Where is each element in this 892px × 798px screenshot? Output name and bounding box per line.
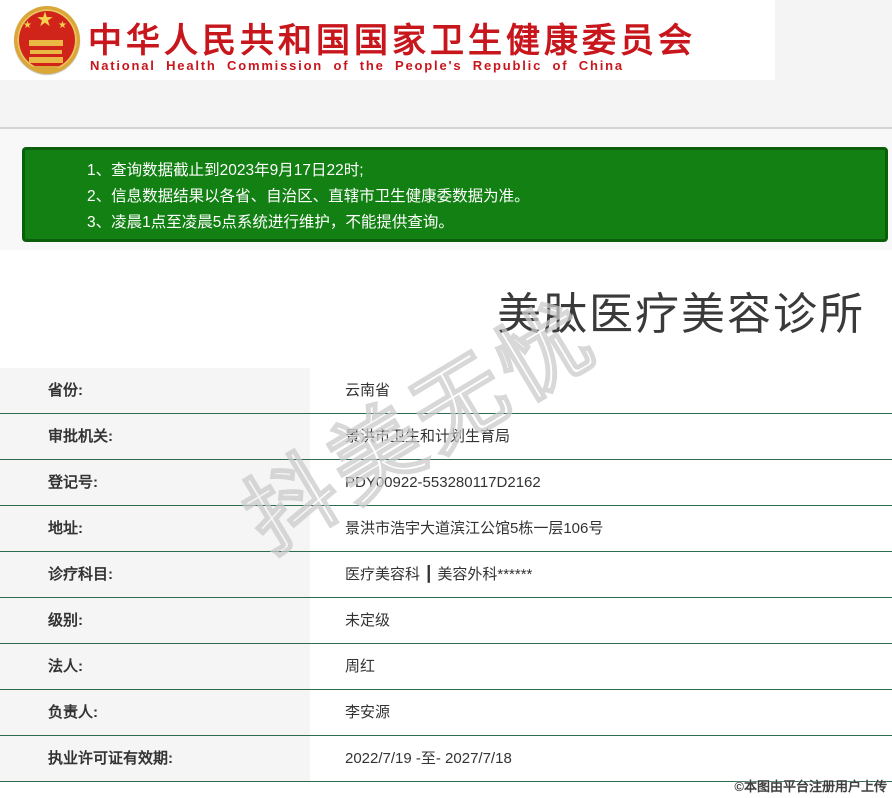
field-label: 法人:	[0, 644, 310, 689]
table-row: 负责人: 李安源	[0, 690, 892, 736]
field-label: 执业许可证有效期:	[0, 736, 310, 781]
emblem-small-star-icon: ★	[23, 20, 32, 31]
field-value: 景洪市浩宇大道滨江公馆5栋一层106号	[310, 506, 892, 551]
field-label: 登记号:	[0, 460, 310, 505]
clinic-detail-table: 省份: 云南省 审批机关: 景洪市卫生和计划生育局 登记号: PDY00922-…	[0, 368, 892, 782]
table-row: 登记号: PDY00922-553280117D2162	[0, 460, 892, 506]
emblem-star-icon: ★	[36, 10, 54, 30]
field-value: 李安源	[310, 690, 892, 735]
table-row: 法人: 周红	[0, 644, 892, 690]
prc-national-emblem-icon: ★ ★ ★	[12, 4, 82, 78]
emblem-small-star-icon: ★	[58, 20, 67, 31]
field-value: 未定级	[310, 598, 892, 643]
field-value: 2022/7/19 -至- 2027/7/18	[310, 736, 892, 781]
field-label: 省份:	[0, 368, 310, 413]
field-value: 医疗美容科 ┃ 美容外科******	[310, 552, 892, 597]
emblem-base	[34, 66, 58, 73]
table-row: 省份: 云南省	[0, 368, 892, 414]
site-title-english: National Health Commission of the People…	[90, 58, 624, 73]
notice-line: 2、信息数据结果以各省、自治区、直辖市卫生健康委数据为准。	[87, 184, 885, 210]
notice-content: 1、查询数据截止到2023年9月17日22时; 2、信息数据结果以各省、自治区、…	[25, 150, 885, 236]
image-copyright-mark: ©本图由平台注册用户上传	[734, 776, 887, 795]
table-row: 地址: 景洪市浩宇大道滨江公馆5栋一层106号	[0, 506, 892, 552]
field-value: PDY00922-553280117D2162	[310, 460, 892, 505]
table-row: 审批机关: 景洪市卫生和计划生育局	[0, 414, 892, 460]
field-label: 级别:	[0, 598, 310, 643]
header-divider-line	[0, 127, 892, 129]
notice-line: 1、查询数据截止到2023年9月17日22时;	[87, 158, 885, 184]
field-value: 景洪市卫生和计划生育局	[310, 414, 892, 459]
clinic-name-title: 美肽医疗美容诊所	[497, 278, 865, 342]
site-header: ★ ★ ★ 中华人民共和国国家卫生健康委员会 National Health C…	[0, 0, 775, 80]
field-label: 诊疗科目:	[0, 552, 310, 597]
field-value: 周红	[310, 644, 892, 689]
field-label: 审批机关:	[0, 414, 310, 459]
field-value: 云南省	[310, 368, 892, 413]
notice-box: 1、查询数据截止到2023年9月17日22时; 2、信息数据结果以各省、自治区、…	[22, 147, 888, 242]
notice-line: 3、凌晨1点至凌晨5点系统进行维护，不能提供查询。	[87, 210, 885, 236]
table-row: 级别: 未定级	[0, 598, 892, 644]
field-label: 地址:	[0, 506, 310, 551]
table-row: 诊疗科目: 医疗美容科 ┃ 美容外科******	[0, 552, 892, 598]
emblem-gate	[29, 40, 63, 46]
site-title-chinese: 中华人民共和国国家卫生健康委员会	[88, 13, 696, 62]
field-label: 负责人:	[0, 690, 310, 735]
